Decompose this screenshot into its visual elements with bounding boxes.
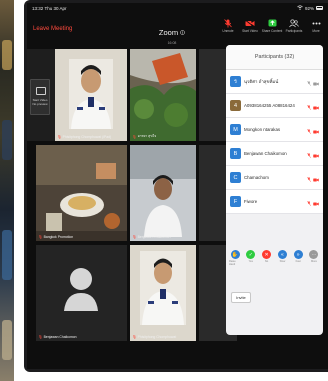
raise-hand-button[interactable]: ✋ Raise Hand (229, 250, 241, 266)
participants-panel: Participants (32) ร นุรติศา ถำสุขทิ้มน์ … (226, 45, 323, 335)
participant-row-name: Benjawan Chaikomon (244, 151, 287, 156)
more-icon: ⋯ (309, 250, 319, 259)
go-faster-button[interactable]: » Fast (292, 250, 304, 266)
video-grid: Start Video No preview 🎙 Phisitphong Cho… (27, 49, 237, 349)
reactions-bar: ✋ Raise Hand ✓ Yes ✕ No « Slow » Fast ⋯ … (229, 250, 320, 266)
mic-muted-icon (307, 73, 311, 91)
participant-name: Phisitphong Chomphuwat (iPad) (62, 135, 112, 139)
video-off-icon (313, 97, 319, 115)
participant-avatar: C (230, 172, 241, 183)
yes-button[interactable]: ✓ Yes (245, 250, 257, 266)
status-time: 13:32 Thu 30 Apr (32, 5, 67, 11)
participant-avatar: F (230, 196, 241, 207)
meeting-title-text: Zoom (158, 28, 179, 37)
mic-muted-icon: 🎙 (57, 135, 62, 139)
mic-muted-icon (223, 18, 233, 28)
participant-row-name: Mongkon ntarakas (244, 127, 281, 132)
video-off-icon (245, 18, 255, 28)
mic-muted-icon (307, 193, 311, 211)
meeting-toolbar: Leave Meeting Zoom 16:08 Unmute Start Vi… (27, 13, 328, 47)
participant-video (55, 49, 127, 141)
video-tile-participant[interactable]: 🎙 Benjawan Chaikomon (130, 145, 196, 241)
meeting-duration: 16:08 (167, 41, 177, 45)
mic-muted-icon (307, 121, 311, 139)
participant-avatar: B (230, 148, 241, 159)
participant-name: อารยา สุขใจ (137, 134, 157, 138)
share-icon (267, 18, 277, 28)
start-video-button[interactable]: Start Video (241, 18, 259, 33)
mic-muted-icon: 🎙 (38, 235, 43, 239)
participant-row[interactable]: B Benjawan Chaikomon (226, 142, 323, 166)
mic-muted-icon: 🎙 (38, 335, 43, 339)
participant-name: Bangkok Promotion (43, 235, 74, 239)
participant-avatar: ร (230, 76, 241, 87)
video-tile-participant[interactable]: 🎙 Phisitphong Chomphuwat (130, 245, 196, 341)
participant-video (130, 245, 196, 341)
video-off-icon (313, 121, 319, 139)
video-off-icon (313, 73, 319, 91)
participant-avatar: M (230, 124, 241, 135)
video-off-icon (313, 145, 319, 163)
zoom-meeting-screen: 13:32 Thu 30 Apr 92% Leave Meeting Zoom (27, 3, 328, 369)
no-button[interactable]: ✕ No (261, 250, 273, 266)
participant-row[interactable]: 4 A0938164255 A08816424 (226, 94, 323, 118)
check-icon: ✓ (246, 250, 256, 259)
video-tile-participant[interactable]: 🎙 Phisitphong Chomphuwat (iPad) (55, 49, 127, 141)
video-off-icon (313, 169, 319, 187)
status-bar: 13:32 Thu 30 Apr 92% (27, 3, 328, 13)
participant-row-name: นุรติศา ถำสุขทิ้มน์ (244, 79, 279, 84)
battery-percent: 92% (304, 5, 314, 11)
participant-video (36, 145, 127, 241)
rewind-icon: « (277, 250, 287, 259)
participants-panel-title: Participants (32) (226, 45, 323, 70)
participant-row[interactable]: C Chamachom (226, 166, 323, 190)
participant-video (130, 49, 196, 141)
unmute-button[interactable]: Unmute (219, 18, 237, 33)
participant-video (130, 145, 196, 241)
participant-name: Benjawan Chaikomon (137, 235, 171, 239)
video-tile-participant[interactable]: 🎙 Bangkok Promotion (36, 145, 127, 241)
participants-icon (289, 18, 299, 28)
mic-muted-icon: 🎙 (132, 335, 137, 339)
participant-row[interactable]: ร นุรติศา ถำสุขทิ้มน์ (226, 70, 323, 94)
status-indicators: 92% (297, 5, 323, 11)
mic-muted-icon: 🎙 (132, 235, 137, 239)
more-icon (311, 18, 321, 28)
more-reactions-button[interactable]: ⋯ More (308, 250, 320, 266)
meeting-title[interactable]: Zoom 16:08 (127, 22, 217, 45)
participant-avatar: 4 (230, 100, 241, 111)
more-button[interactable]: More (307, 18, 325, 33)
leave-meeting-button[interactable]: Leave Meeting (33, 26, 72, 32)
participant-row[interactable]: F Fiwore (226, 190, 323, 214)
invite-button[interactable]: Invite (231, 292, 251, 303)
participants-button[interactable]: Participants (285, 18, 303, 33)
mic-muted-icon (307, 145, 311, 163)
mic-muted-icon: 🎙 (132, 134, 137, 139)
video-off-icon (313, 193, 319, 211)
mic-muted-icon (307, 97, 311, 115)
mic-muted-icon (307, 169, 311, 187)
participant-row-name: Chamachom (244, 175, 269, 180)
participant-row-name: A0938164255 A08816424 (244, 103, 295, 108)
share-content-button[interactable]: Share Content (262, 18, 282, 33)
video-tile-participant[interactable]: 🎙 Benjawan Chaikomon (36, 245, 127, 341)
info-icon (180, 28, 185, 37)
tablet-frame: 13:32 Thu 30 Apr 92% Leave Meeting Zoom (24, 0, 328, 372)
fast-forward-icon: » (293, 250, 303, 259)
video-tile-participant[interactable]: 🎙 อารยา สุขใจ (130, 49, 196, 141)
raise-hand-icon: ✋ (230, 250, 240, 259)
default-avatar-icon (64, 268, 98, 311)
toolbar-actions: Unmute Start Video Share Content Partici… (219, 18, 325, 33)
wifi-icon (297, 5, 303, 11)
participant-row-name: Fiwore (244, 199, 258, 204)
participant-name: Phisitphong Chomphuwat (137, 335, 177, 339)
participant-row[interactable]: M Mongkon ntarakas (226, 118, 323, 142)
participant-name: Benjawan Chaikomon (43, 335, 77, 339)
go-slower-button[interactable]: « Slow (276, 250, 288, 266)
battery-icon (316, 6, 323, 10)
close-icon: ✕ (262, 250, 272, 259)
adjacent-photo-strip (0, 0, 14, 381)
